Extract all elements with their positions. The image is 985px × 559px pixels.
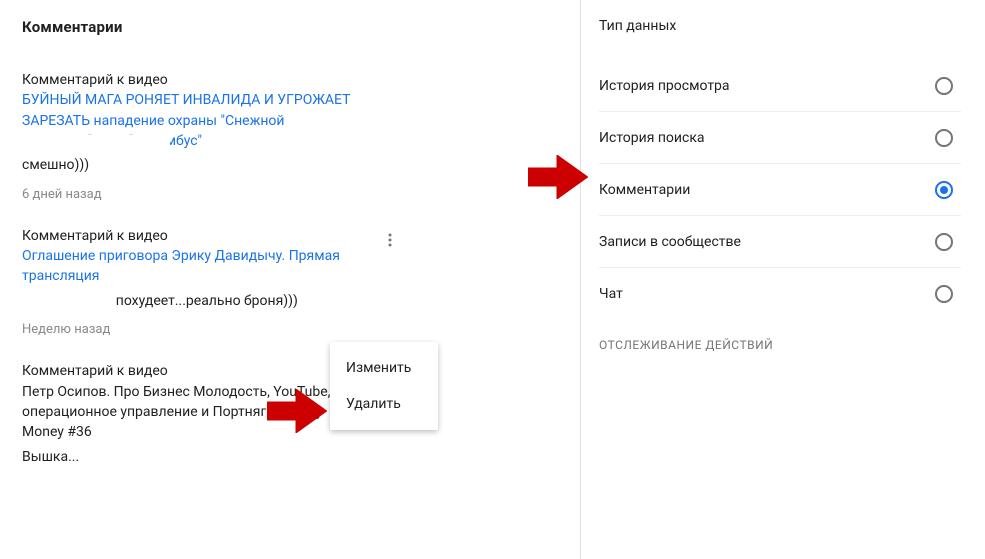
radio-icon[interactable]: [935, 181, 953, 199]
filter-option[interactable]: Записи в сообществе: [599, 216, 961, 268]
video-link[interactable]: Оглашение приговора Эрику Давидычу. Прям…: [22, 248, 340, 284]
radio-icon[interactable]: [935, 77, 953, 95]
comment-to: к видео: [113, 363, 167, 379]
filter-option-label: Комментарии: [599, 182, 690, 198]
comment-to: к видео: [113, 228, 167, 244]
kebab-icon[interactable]: [378, 228, 402, 252]
comment-prefix: Комментарий: [22, 72, 113, 88]
filter-option[interactable]: История просмотра: [599, 60, 961, 112]
filter-option-label: История поиска: [599, 130, 705, 146]
page-title: Комментарии: [22, 18, 560, 36]
filter-option-label: История просмотра: [599, 78, 730, 94]
comment-item: Комментарий к видео Петр Осипов. Про Биз…: [22, 361, 352, 468]
filter-panel: Тип данных История просмотра История поис…: [580, 0, 985, 559]
comment-timestamp: Неделю назад: [22, 322, 352, 337]
filter-title: Тип данных: [599, 18, 961, 34]
menu-delete[interactable]: Удалить: [330, 386, 438, 422]
video-link[interactable]: Петр Осипов. Про Бизнес Молодость, YouTu…: [22, 384, 330, 441]
comment-body: Вышка...: [22, 447, 352, 469]
filter-option-label: Записи в сообществе: [599, 234, 741, 250]
filter-option-label: Чат: [599, 286, 623, 302]
radio-icon[interactable]: [935, 285, 953, 303]
comment-item: Комментарий к видео Оглашение приговора …: [22, 226, 352, 338]
filter-option[interactable]: Комментарии: [599, 164, 961, 216]
filter-option[interactable]: История поиска: [599, 112, 961, 164]
comment-body: смешно))): [22, 155, 352, 177]
comment-item: Комментарий к видео БУЙНЫЙ МАГА РОНЯЕТ И…: [22, 70, 352, 202]
section-header: ОТСЛЕЖИВАНИЕ ДЕЙСТВИЙ: [599, 338, 961, 352]
comment-prefix: Комментарий: [22, 228, 113, 244]
comment-timestamp: 6 дней назад: [22, 187, 352, 202]
radio-icon[interactable]: [935, 233, 953, 251]
comment-body: xxxxxxxxxxxxx похудеет...реально броня))…: [22, 291, 352, 313]
comments-panel: Комментарии Комментарий к видео БУЙНЫЙ М…: [0, 0, 580, 559]
filter-options: История просмотра История поиска Комментар…: [599, 60, 961, 320]
radio-icon[interactable]: [935, 129, 953, 147]
comment-to: к видео: [113, 72, 167, 88]
menu-edit[interactable]: Изменить: [330, 350, 438, 386]
comment-prefix: Комментарий: [22, 363, 113, 379]
filter-option[interactable]: Чат: [599, 268, 961, 320]
context-menu: Изменить Удалить: [330, 342, 438, 430]
